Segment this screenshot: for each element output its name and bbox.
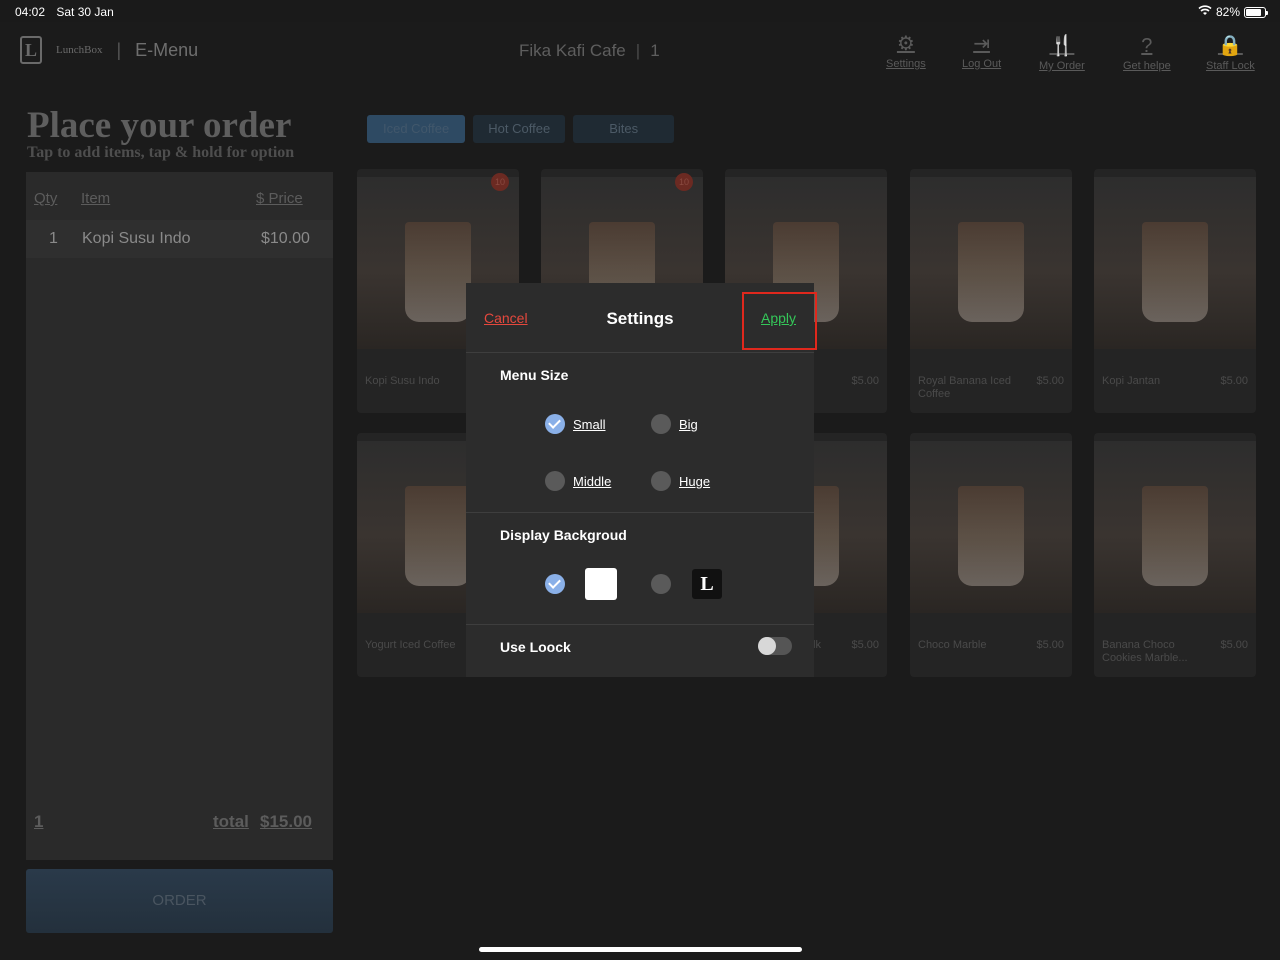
cafe-header: Fika Kafi Cafe | 1 — [519, 41, 660, 60]
order-row-item: Kopi Susu Indo — [82, 230, 191, 247]
logout-icon: ⇥ — [973, 33, 990, 55]
menu-item-name: Banana Choco Cookies Marble... — [1102, 639, 1188, 664]
home-indicator[interactable] — [479, 947, 802, 952]
radio-middle[interactable] — [545, 471, 565, 491]
status-time: 04:02 — [15, 5, 46, 19]
tab-hot-coffee[interactable]: Hot Coffee — [473, 115, 566, 143]
nav-logout[interactable]: ⇥ Log Out — [962, 32, 1001, 70]
menu-item-photo — [1094, 441, 1256, 613]
menu-item-card[interactable]: Royal Banana Iced Coffee $5.00 — [910, 169, 1072, 413]
use-lock-toggle[interactable] — [758, 637, 792, 655]
nav-help-label: Get helpe — [1123, 60, 1171, 72]
menu-item-price: $5.00 — [1220, 639, 1248, 651]
toggle-knob — [758, 637, 776, 655]
tab-bites[interactable]: Bites — [573, 115, 675, 143]
section-divider — [466, 512, 814, 513]
battery-percent: 82% — [1215, 5, 1240, 19]
nav-help[interactable]: ? Get helpe — [1123, 34, 1171, 72]
menu-item-card[interactable]: Choco Marble $5.00 — [910, 433, 1072, 677]
menu-item-price: $5.00 — [1220, 375, 1248, 387]
radio-small[interactable] — [545, 414, 565, 434]
menu-item-name: Choco Marble — [918, 639, 987, 651]
cafe-name: Fika Kafi Cafe — [519, 41, 626, 60]
menu-item-photo — [910, 177, 1072, 349]
page-title: Place your order — [27, 105, 292, 146]
nav-settings-label: Settings — [886, 58, 926, 70]
order-total: $15.00 — [260, 812, 312, 831]
radio-huge[interactable] — [651, 471, 671, 491]
status-bar: 04:02 Sat 30 Jan 82% — [0, 0, 1280, 22]
brand: L LunchBox | E-Menu — [20, 36, 198, 64]
nav-staff-lock-label: Staff Lock — [1206, 60, 1255, 72]
lunchbox-logo: L — [20, 36, 42, 64]
section-divider — [466, 624, 814, 625]
radio-small-label[interactable]: Small — [573, 417, 606, 432]
nav-settings[interactable]: ⚙ Settings — [886, 32, 926, 70]
logo-background-swatch[interactable]: L — [692, 569, 722, 599]
menu-item-price: $5.00 — [1036, 375, 1064, 387]
menu-item-card[interactable]: Kopi Jantan $5.00 — [1094, 169, 1256, 413]
table-number: 1 — [650, 41, 660, 60]
quantity-badge: 10 — [491, 173, 509, 191]
status-date: Sat 30 Jan — [56, 5, 114, 19]
help-icon: ? — [1141, 35, 1153, 57]
use-lock-label: Use Loock — [500, 639, 571, 655]
nav-my-order[interactable]: 🍴 My Order — [1039, 34, 1085, 72]
header-qty: Qty — [34, 190, 58, 207]
order-row-qty: 1 — [49, 230, 58, 247]
menu-item-photo — [1094, 177, 1256, 349]
brand-name: LunchBox — [56, 44, 103, 56]
nav-my-order-label: My Order — [1039, 60, 1085, 72]
gear-icon: ⚙ — [896, 33, 915, 55]
menu-item-name: Kopi Susu Indo — [365, 375, 440, 387]
menu-item-name: Royal Banana Iced Coffee — [918, 375, 1011, 400]
nav-staff-lock[interactable]: 🔒 Staff Lock — [1206, 34, 1255, 72]
order-row-price: $10.00 — [261, 230, 310, 247]
menu-size-label: Menu Size — [500, 367, 569, 383]
brand-separator: | — [116, 39, 122, 60]
wifi-icon — [1198, 5, 1212, 19]
page-subtitle: Tap to add items, tap & hold for option — [27, 144, 295, 161]
radio-huge-label[interactable]: Huge — [679, 474, 710, 489]
section-title: E-Menu — [135, 39, 199, 60]
menu-item-price: $5.00 — [1036, 639, 1064, 651]
apply-button[interactable]: Apply — [761, 310, 796, 326]
radio-middle-label[interactable]: Middle — [573, 474, 611, 489]
cutlery-icon: 🍴 — [1049, 35, 1075, 57]
lock-icon: 🔒 — [1217, 35, 1243, 57]
menu-item-price: $5.00 — [851, 639, 879, 651]
radio-background-white[interactable] — [545, 574, 565, 594]
menu-item-name: lk — [813, 639, 821, 651]
menu-item-card[interactable]: Banana Choco Cookies Marble... $5.00 — [1094, 433, 1256, 677]
order-panel: Qty Item $ Price 1 Kopi Susu Indo $10.00… — [26, 172, 333, 860]
menu-item-name: Yogurt Iced Coffee — [365, 639, 456, 651]
quantity-badge: 10 — [675, 173, 693, 191]
total-label: total — [213, 812, 249, 831]
category-tabs: Iced Coffee Hot Coffee Bites — [367, 115, 675, 143]
header-item: Item — [81, 190, 111, 207]
nav-logout-label: Log Out — [962, 58, 1002, 70]
top-bar: L LunchBox | E-Menu Fika Kafi Cafe | 1 ⚙ S… — [0, 22, 1280, 82]
menu-item-photo — [910, 441, 1072, 613]
order-row[interactable]: 1 Kopi Susu Indo $10.00 — [26, 220, 333, 258]
display-background-label: Display Backgroud — [500, 527, 627, 543]
radio-background-logo[interactable] — [651, 574, 671, 594]
order-count: 1 — [34, 812, 44, 831]
menu-item-name: Kopi Jantan — [1102, 375, 1161, 387]
settings-modal: Cancel Settings Apply Menu Size Small Bi… — [466, 283, 817, 677]
tab-iced-coffee[interactable]: Iced Coffee — [367, 115, 466, 143]
white-background-swatch[interactable] — [585, 568, 617, 600]
battery-icon — [1244, 6, 1268, 18]
header-price: $ Price — [256, 190, 303, 207]
order-button[interactable]: ORDER — [26, 869, 333, 933]
menu-item-price: $5.00 — [851, 375, 879, 387]
modal-header: Cancel Settings Apply — [466, 283, 817, 353]
radio-big-label[interactable]: Big — [679, 417, 698, 432]
radio-big[interactable] — [651, 414, 671, 434]
